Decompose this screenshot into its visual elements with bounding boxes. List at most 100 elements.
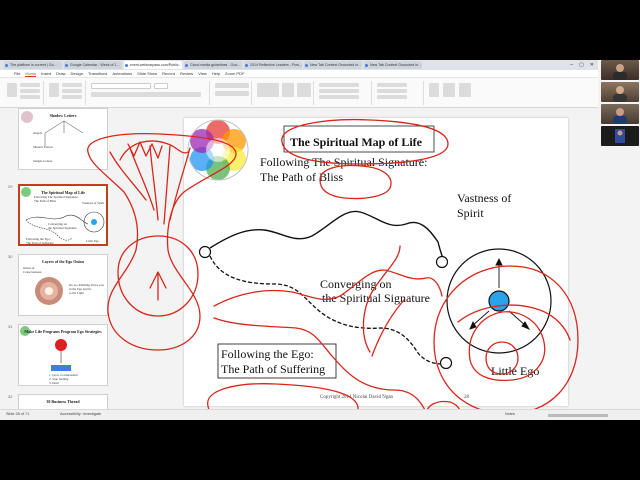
browser-tab[interactable]: Cloud media guidelines - Goo... — [184, 61, 242, 69]
menu-tab-review[interactable]: Review — [180, 71, 193, 76]
participant-avatar — [613, 86, 627, 102]
browser-tab-strip: The platform is current | Go... Google C… — [0, 60, 598, 70]
tab-label: 2014 Reflective Leaders - Pow... — [250, 63, 302, 67]
slide-thumbnail[interactable]: Shadow Letters Angels Shadow Letters Sam… — [18, 108, 108, 170]
thumbnail-text: Shadow Letters — [33, 145, 53, 149]
menu-tab-slide-show[interactable]: Slide Show — [137, 71, 157, 76]
font-size-select[interactable] — [154, 83, 168, 89]
tab-label: Google Calendar - Week of 1... — [70, 63, 120, 67]
font-format-buttons[interactable] — [91, 92, 201, 97]
thumbnail-text: The Path of Suffering — [26, 241, 54, 245]
browser-tab[interactable]: New Tab Context Grounded in... — [364, 61, 422, 69]
paste-button[interactable] — [7, 83, 17, 97]
slide-title: The Spiritual Map of Life — [290, 135, 423, 149]
slide-thumbnail[interactable]: Make Life Programs Program Ego Strategie… — [18, 324, 108, 386]
slides-group — [46, 81, 86, 105]
format-painter-button[interactable] — [20, 95, 40, 99]
flower-of-life-logo — [187, 119, 249, 181]
thumbnail-text: 3. Don't — [49, 381, 60, 385]
ink-funnel-arrow — [149, 271, 167, 301]
designer-button[interactable] — [459, 83, 471, 97]
participant-avatar — [613, 64, 627, 80]
ego-label-line2: The Path of Suffering — [221, 362, 326, 376]
quick-styles-button[interactable] — [297, 83, 311, 97]
tab-favicon-icon — [65, 63, 68, 67]
align-buttons[interactable] — [215, 91, 249, 96]
slide-canvas[interactable]: The Spiritual Map of Life Following The … — [184, 118, 568, 406]
shape-effects-button[interactable] — [319, 95, 359, 99]
thumbnail-title: 30 Business Thread — [46, 399, 80, 404]
menu-tab-insert[interactable]: Insert — [41, 71, 51, 76]
menu-tab-home[interactable]: Home — [25, 71, 37, 77]
close-icon[interactable]: ✕ — [590, 62, 594, 68]
shape-outline-button[interactable] — [319, 89, 359, 93]
participant-video-tile[interactable] — [601, 126, 639, 146]
shapes-gallery[interactable] — [257, 83, 279, 97]
tab-label: event.webinarpass.com/Public... — [130, 63, 182, 67]
menu-tab-help[interactable]: Help — [212, 71, 220, 76]
participant-avatar — [613, 108, 627, 124]
ego-end-node — [439, 356, 453, 370]
tab-label: New Tab Context Grounded in... — [310, 63, 362, 67]
tab-favicon-icon — [365, 63, 368, 67]
menu-tab-file[interactable]: File — [14, 71, 20, 76]
little-ego-dot — [488, 290, 510, 312]
slide-copyright: Copyright 2014 Nicolai David Ngan — [320, 395, 394, 400]
layout-button[interactable] — [62, 83, 82, 87]
menu-tab-transitions[interactable]: Transitions — [88, 71, 107, 76]
reset-button[interactable] — [62, 89, 82, 93]
replace-button[interactable] — [377, 89, 407, 93]
ego-label-line1: Following the Ego: — [221, 347, 314, 361]
arrange-button[interactable] — [282, 83, 294, 97]
new-slide-button[interactable] — [49, 83, 59, 97]
accessibility-status[interactable]: Accessibility: Investigate — [60, 412, 101, 416]
notes-button[interactable]: Notes — [505, 412, 515, 416]
thumbnail-text: the Spiritual Signature — [48, 226, 77, 230]
participant-video-tile[interactable] — [601, 60, 639, 80]
menu-tab-animations[interactable]: Animations — [112, 71, 132, 76]
find-button[interactable] — [377, 83, 407, 87]
thumbnail-title: Shadow Letters — [49, 113, 77, 118]
browser-tab[interactable]: New Tab Context Grounded in... — [304, 61, 362, 69]
slide-thumbnail-panel: Shadow Letters Angels Shadow Letters Sam… — [8, 108, 112, 415]
slide-thumbnail-selected[interactable]: The Spiritual Map of Life Following The … — [18, 184, 108, 246]
zoom-slider[interactable] — [548, 414, 608, 417]
copy-button[interactable] — [20, 89, 40, 93]
cut-button[interactable] — [20, 83, 40, 87]
maximize-icon[interactable]: ▢ — [579, 62, 584, 68]
font-family-select[interactable] — [91, 83, 151, 89]
ribbon-toolbar — [0, 78, 598, 108]
select-button[interactable] — [377, 95, 407, 99]
thumbnail-number: 31 — [8, 324, 13, 329]
minimize-icon[interactable]: – — [570, 62, 573, 68]
menu-tab-view[interactable]: View — [198, 71, 207, 76]
bliss-path-line — [209, 210, 445, 262]
ink-funnel-squiggle — [127, 141, 163, 159]
converging-label-line2: the Spiritual Signature — [322, 291, 430, 305]
menu-tab-design[interactable]: Design — [70, 71, 82, 76]
add-ins-button[interactable] — [443, 83, 455, 97]
menu-tab-record[interactable]: Record — [162, 71, 175, 76]
browser-tab[interactable]: 2014 Reflective Leaders - Pow... — [244, 61, 302, 69]
drawing-group — [254, 81, 314, 105]
bliss-end-node — [435, 255, 449, 269]
browser-tab[interactable]: The platform is current | Go... — [4, 61, 62, 69]
menu-tab-draw[interactable]: Draw — [56, 71, 65, 76]
participant-video-tile[interactable] — [601, 104, 639, 124]
browser-tab[interactable]: Google Calendar - Week of 1... — [64, 61, 122, 69]
dictate-button[interactable] — [429, 83, 439, 97]
participant-video-tile[interactable] — [601, 82, 639, 102]
section-button[interactable] — [62, 95, 82, 99]
list-buttons[interactable] — [215, 83, 249, 88]
slide-thumbnail[interactable]: Layers of the Ego Onion Onion of Conscio… — [18, 254, 108, 316]
shape-fill-button[interactable] — [319, 83, 359, 87]
browser-tab-active[interactable]: event.webinarpass.com/Public... — [124, 61, 182, 69]
thumbnail-text: Consciousness — [23, 270, 42, 274]
thumbnail-text: Little Ego — [86, 239, 99, 243]
menu-tab-zoom-pdf[interactable]: Zoom PDF — [225, 71, 244, 76]
thumbnail-text: The Path of Bliss — [34, 199, 57, 203]
thumbnail-number: 30 — [8, 254, 13, 259]
tab-label: The platform is current | Go... — [10, 63, 57, 67]
thumbnail-text: Vastness of Spirit — [82, 201, 105, 205]
thumbnail-title: Layers of the Ego Onion — [42, 259, 84, 264]
